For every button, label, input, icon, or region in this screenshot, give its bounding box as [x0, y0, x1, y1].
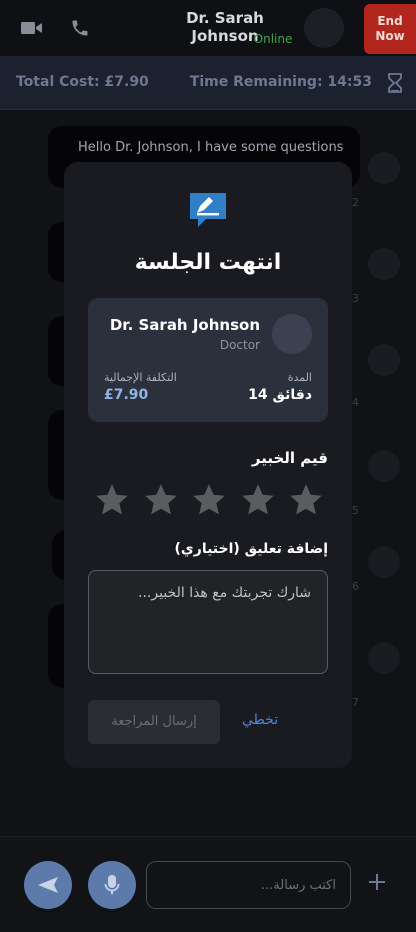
microphone-icon: [104, 875, 120, 894]
total-cost-value: £7.90: [104, 387, 149, 403]
total-cost: Total Cost: £7.90: [16, 74, 149, 90]
chat-header: Dr. Sarah Johnson Online End Now: [0, 0, 416, 56]
skip-link[interactable]: تخطي: [242, 712, 278, 728]
session-ended-modal: انتهت الجلسة Dr. Sarah Johnson Doctor ال…: [64, 162, 352, 768]
voice-call-button[interactable]: [66, 14, 94, 42]
message-time: 2: [352, 196, 359, 209]
hourglass-icon: [388, 73, 402, 93]
message-time: 6: [352, 580, 359, 593]
voice-message-button[interactable]: [88, 861, 136, 909]
message-text: Hello Dr. Johnson, I have some questions: [78, 140, 344, 155]
comment-textarea[interactable]: [88, 570, 328, 674]
message-time: 7: [352, 696, 359, 709]
star-icon[interactable]: [94, 482, 130, 518]
avatar: [368, 344, 400, 376]
message-composer: [0, 836, 416, 932]
avatar: [368, 546, 400, 578]
star-rating[interactable]: [94, 482, 324, 518]
expert-role: Doctor: [219, 338, 260, 352]
message-time: 5: [352, 504, 359, 517]
star-icon[interactable]: [143, 482, 179, 518]
avatar: [368, 450, 400, 482]
plus-icon[interactable]: [366, 871, 388, 893]
star-icon[interactable]: [191, 482, 227, 518]
send-button[interactable]: [24, 861, 72, 909]
time-remaining: Time Remaining: 14:53: [189, 74, 372, 90]
message-time: 4: [352, 396, 359, 409]
duration-label: المدة: [287, 371, 312, 384]
modal-title: انتهت الجلسة: [134, 250, 282, 275]
expert-name: Dr. Sarah Johnson: [109, 316, 260, 334]
comment-label: إضافة تعليق (اختياري): [174, 541, 328, 557]
duration-value: 14 دقائق: [248, 387, 312, 403]
star-icon[interactable]: [288, 482, 324, 518]
message-input[interactable]: [146, 861, 351, 909]
star-icon[interactable]: [240, 482, 276, 518]
session-info-bar: Total Cost: £7.90 Time Remaining: 14:53: [0, 56, 416, 110]
rate-expert-label: قيم الخبير: [251, 449, 328, 467]
total-cost-label: التكلفة الإجمالية: [104, 371, 177, 384]
avatar: [368, 248, 400, 280]
end-button-label: End Now: [375, 14, 405, 43]
avatar: [304, 8, 344, 48]
edit-note-icon: [190, 193, 226, 227]
session-summary-card: Dr. Sarah Johnson Doctor التكلفة الإجمال…: [88, 298, 328, 422]
message-time: 3: [352, 292, 359, 305]
phone-icon: [72, 20, 88, 36]
send-icon: [38, 877, 58, 893]
avatar: [272, 314, 312, 354]
avatar: [368, 642, 400, 674]
video-call-button[interactable]: [18, 14, 46, 42]
end-session-button[interactable]: End Now: [364, 4, 416, 54]
video-camera-icon: [21, 22, 42, 34]
avatar: [368, 152, 400, 184]
submit-review-button[interactable]: إرسال المراجعة: [88, 700, 220, 744]
